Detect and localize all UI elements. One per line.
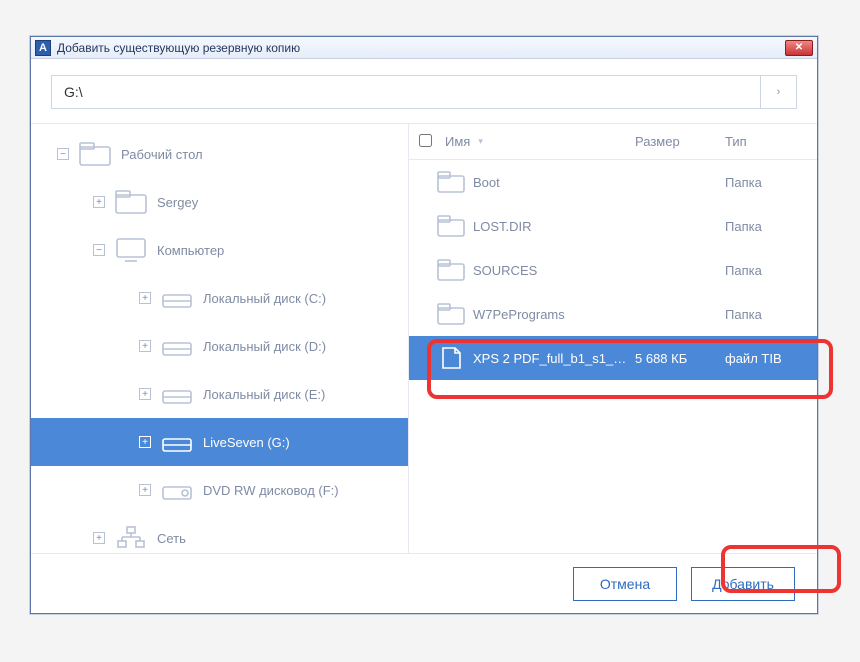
tree-item-drive-c[interactable]: Локальный диск (C:): [31, 274, 408, 322]
file-type: Папка: [725, 219, 817, 234]
drive-icon: [161, 285, 193, 311]
app-icon: A: [35, 40, 51, 56]
select-all-checkbox[interactable]: [419, 134, 439, 150]
tree-label: DVD RW дисковод (F:): [203, 483, 339, 498]
titlebar[interactable]: A Добавить существующую резервную копию …: [31, 37, 817, 59]
column-name[interactable]: Имя ▾: [439, 134, 635, 149]
folder-icon: [437, 215, 465, 237]
tree-item-user[interactable]: Sergey: [31, 178, 408, 226]
dialog-footer: Отмена Добавить: [31, 553, 817, 613]
path-input[interactable]: [51, 75, 761, 109]
network-icon: [115, 525, 147, 551]
expand-icon[interactable]: [139, 436, 151, 448]
file-type: Папка: [725, 263, 817, 278]
file-type: Папка: [725, 307, 817, 322]
file-name: SOURCES: [473, 263, 635, 278]
dialog-client: › Рабочий стол: [31, 59, 817, 613]
tree-label: Локальный диск (C:): [203, 291, 326, 306]
tree-item-drive-e[interactable]: Локальный диск (E:): [31, 370, 408, 418]
tree-label: Sergey: [157, 195, 198, 210]
file-name: W7PePrograms: [473, 307, 635, 322]
tree-label: Компьютер: [157, 243, 224, 258]
tree-label: Сеть: [157, 531, 186, 546]
file-row[interactable]: LOST.DIR Папка: [409, 204, 817, 248]
file-row[interactable]: Boot Папка: [409, 160, 817, 204]
file-icon: [437, 347, 465, 369]
tree-item-network[interactable]: Сеть: [31, 514, 408, 553]
folder-icon: [437, 303, 465, 325]
file-list-pane: Имя ▾ Размер Тип BootПапкаLOST.DIRПапкаS…: [409, 124, 817, 553]
file-row[interactable]: XPS 2 PDF_full_b1_s1_…5 688 КБфайл TIB: [409, 336, 817, 380]
file-row[interactable]: W7PePrograms Папка: [409, 292, 817, 336]
sort-caret-icon: ▾: [478, 136, 483, 147]
column-type[interactable]: Тип: [725, 134, 817, 149]
tree-label: Локальный диск (D:): [203, 339, 326, 354]
file-name: XPS 2 PDF_full_b1_s1_…: [473, 351, 635, 366]
column-name-label: Имя: [445, 134, 470, 149]
file-row[interactable]: SOURCES Папка: [409, 248, 817, 292]
drive-icon: [161, 381, 193, 407]
folder-icon: [79, 141, 111, 167]
file-list-header[interactable]: Имя ▾ Размер Тип: [409, 124, 817, 160]
expand-icon[interactable]: [139, 292, 151, 304]
file-type: файл TIB: [725, 351, 817, 366]
tree-item-drive-d[interactable]: Локальный диск (D:): [31, 322, 408, 370]
expand-icon[interactable]: [139, 484, 151, 496]
tree-label: Рабочий стол: [121, 147, 203, 162]
tree-label: Локальный диск (E:): [203, 387, 325, 402]
tree-item-desktop[interactable]: Рабочий стол: [31, 130, 408, 178]
file-size: 5 688 КБ: [635, 351, 725, 366]
collapse-icon[interactable]: [93, 244, 105, 256]
dialog-window: A Добавить существующую резервную копию …: [30, 36, 818, 614]
tree-label: LiveSeven (G:): [203, 435, 290, 450]
expand-icon[interactable]: [139, 340, 151, 352]
collapse-icon[interactable]: [57, 148, 69, 160]
file-list[interactable]: BootПапкаLOST.DIRПапкаSOURCESПапкаW7PePr…: [409, 160, 817, 553]
tree-item-dvd[interactable]: DVD RW дисковод (F:): [31, 466, 408, 514]
folder-tree[interactable]: Рабочий стол Sergey Комп: [31, 124, 409, 553]
disc-icon: [161, 477, 193, 503]
content-split: Рабочий стол Sergey Комп: [31, 123, 817, 553]
tree-item-drive-g[interactable]: LiveSeven (G:): [31, 418, 408, 466]
path-bar: ›: [31, 59, 817, 123]
path-go-button[interactable]: ›: [761, 75, 797, 109]
drive-icon: [161, 429, 193, 455]
close-icon[interactable]: ✕: [785, 40, 813, 56]
file-name: Boot: [473, 175, 635, 190]
window-title: Добавить существующую резервную копию: [57, 41, 785, 55]
file-name: LOST.DIR: [473, 219, 635, 234]
computer-icon: [115, 237, 147, 263]
expand-icon[interactable]: [139, 388, 151, 400]
folder-icon: [115, 189, 147, 215]
add-button[interactable]: Добавить: [691, 567, 795, 601]
folder-icon: [437, 171, 465, 193]
drive-icon: [161, 333, 193, 359]
column-size[interactable]: Размер: [635, 134, 725, 149]
tree-item-computer[interactable]: Компьютер: [31, 226, 408, 274]
folder-icon: [437, 259, 465, 281]
expand-icon[interactable]: [93, 532, 105, 544]
file-type: Папка: [725, 175, 817, 190]
cancel-button[interactable]: Отмена: [573, 567, 677, 601]
expand-icon[interactable]: [93, 196, 105, 208]
